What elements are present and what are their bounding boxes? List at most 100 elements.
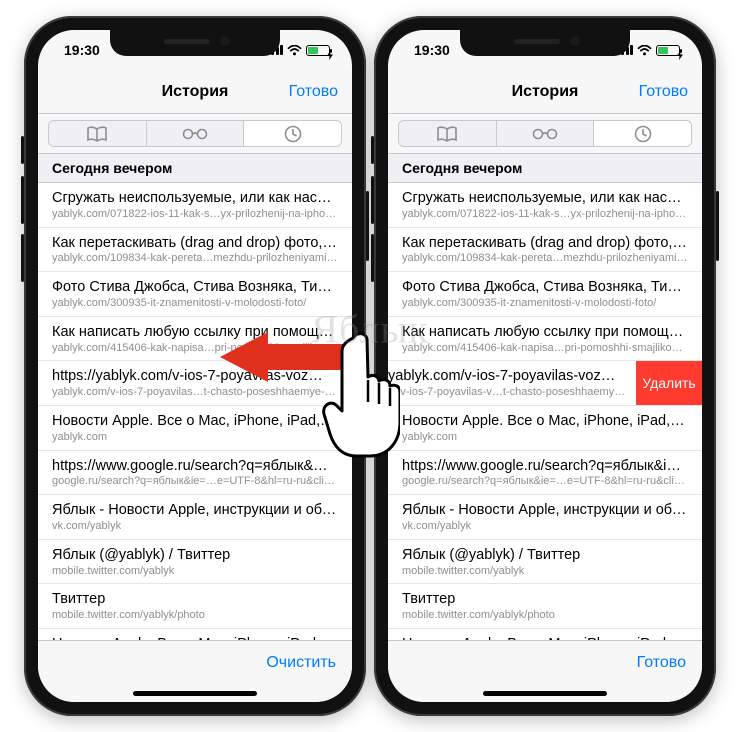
history-list[interactable]: Сгружать неиспользуемые, или как настрои… <box>38 183 352 640</box>
history-row[interactable]: Сгружать неиспользуемые, или как настрои… <box>38 183 352 228</box>
row-subtitle: mobile.twitter.com/yablyk/photo <box>402 609 688 623</box>
history-row[interactable]: Сгружать неиспользуемые, или как настрои… <box>388 183 702 228</box>
history-row[interactable]: Яблык (@yablyk) / Твиттерmobile.twitter.… <box>388 540 702 585</box>
tab-history[interactable] <box>244 121 341 146</box>
row-title: Фото Стива Джобса, Стива Возняка, Тима К… <box>52 278 338 297</box>
section-header: Сегодня вечером <box>388 154 702 183</box>
home-indicator <box>38 684 352 702</box>
history-row[interactable]: Яблык - Новости Apple, инструкции и обзо… <box>388 495 702 540</box>
notch <box>460 30 630 56</box>
row-title: Яблык - Новости Apple, инструкции и обзо… <box>52 501 338 520</box>
nav-title: История <box>512 83 579 101</box>
wifi-icon <box>287 45 302 56</box>
history-row[interactable]: https://www.google.ru/search?q=яблык&…go… <box>38 451 352 496</box>
history-row[interactable]: https://yablyk.com/v-ios-7-poyavilas-voz… <box>38 361 352 406</box>
history-row[interactable]: Новости Apple. Все о Mac, iPhone, iPad, … <box>38 406 352 451</box>
row-title: Новости Apple. Все о Mac, iPhone, iPad, … <box>402 635 688 640</box>
tab-bookmarks[interactable] <box>49 121 147 146</box>
row-title: yablyk.com/v-ios-7-poyavilas-vozmozh… <box>388 367 626 386</box>
status-time: 19:30 <box>414 42 450 58</box>
clock-icon <box>284 125 302 143</box>
history-row[interactable]: Как написать любую ссылку при помощи см…… <box>38 317 352 362</box>
history-row[interactable]: Как перетаскивать (drag and drop) фото, … <box>38 228 352 273</box>
history-row[interactable]: Новости Apple. Все о Mac, iPhone, iPad, … <box>388 629 702 640</box>
row-subtitle: google.ru/search?q=яблык&ie=…e=UTF-8&hl=… <box>52 475 338 489</box>
row-subtitle: yablyk.com/300935-it-znamenitosti-v-molo… <box>402 297 688 311</box>
done-button[interactable]: Готово <box>289 83 338 101</box>
row-title: Яблык (@yablyk) / Твиттер <box>52 546 338 565</box>
tab-history[interactable] <box>594 121 691 146</box>
row-subtitle: mobile.twitter.com/yablyk <box>402 565 688 579</box>
row-subtitle: yablyk.com <box>52 431 338 445</box>
row-title: Сгружать неиспользуемые, или как настрои… <box>52 189 338 208</box>
battery-icon <box>656 45 680 56</box>
row-subtitle: yablyk.com/415406-kak-napisa…pri-pomoshh… <box>402 342 688 356</box>
clock-icon <box>634 125 652 143</box>
row-title: Яблык - Новости Apple, инструкции и обзо… <box>402 501 688 520</box>
row-subtitle: yablyk.com <box>402 431 688 445</box>
navigation-bar: История Готово <box>38 70 352 114</box>
row-subtitle: m/v-ios-7-poyavilas-v…t-chasto-poseshhae… <box>388 386 626 400</box>
row-subtitle: yablyk.com/415406-kak-napisa…pri-pomoshh… <box>52 342 338 356</box>
row-title: Фото Стива Джобса, Стива Возняка, Тима К… <box>402 278 688 297</box>
row-subtitle: vk.com/yablyk <box>402 520 688 534</box>
navigation-bar: История Готово <box>388 70 702 114</box>
section-header: Сегодня вечером <box>38 154 352 183</box>
row-title: https://yablyk.com/v-ios-7-poyavilas-voz… <box>52 367 338 386</box>
nav-title: История <box>162 83 229 101</box>
book-icon <box>436 126 458 142</box>
row-subtitle: yablyk.com/109834-kak-pereta…mezhdu-pril… <box>402 252 688 266</box>
history-row[interactable]: yablyk.com/v-ios-7-poyavilas-vozmozh…m/v… <box>388 361 702 406</box>
done-toolbar-button[interactable]: Готово <box>637 654 686 672</box>
status-time: 19:30 <box>64 42 100 58</box>
done-button[interactable]: Готово <box>639 83 688 101</box>
row-title: Яблык (@yablyk) / Твиттер <box>402 546 688 565</box>
row-title: Как написать любую ссылку при помощи см… <box>402 323 688 342</box>
tab-reading-list[interactable] <box>497 121 595 146</box>
history-row[interactable]: Фото Стива Джобса, Стива Возняка, Тима К… <box>388 272 702 317</box>
book-icon <box>86 126 108 142</box>
history-row[interactable]: Фото Стива Джобса, Стива Возняка, Тима К… <box>38 272 352 317</box>
history-row[interactable]: https://www.google.ru/search?q=яблык&ie=… <box>388 451 702 496</box>
row-subtitle: google.ru/search?q=яблык&ie=…e=UTF-8&hl=… <box>402 475 688 489</box>
history-row[interactable]: Яблык (@yablyk) / Твиттерmobile.twitter.… <box>38 540 352 585</box>
row-subtitle: mobile.twitter.com/yablyk/photo <box>52 609 338 623</box>
history-row[interactable]: Новости Apple. Все о Mac, iPhone, iPad, … <box>38 629 352 640</box>
delete-button[interactable]: Удалить <box>636 361 702 405</box>
row-subtitle: yablyk.com/071822-ios-11-kak-s…yx-priloz… <box>52 208 338 222</box>
row-title: Как написать любую ссылку при помощи см… <box>52 323 338 342</box>
glasses-icon <box>182 128 208 140</box>
row-title: Как перетаскивать (drag and drop) фото, … <box>402 234 688 253</box>
history-row[interactable]: Новости Apple. Все о Mac, iPhone, iPad, … <box>388 406 702 451</box>
row-title: Как перетаскивать (drag and drop) фото, … <box>52 234 338 253</box>
bottom-toolbar: Готово <box>388 640 702 684</box>
row-subtitle: yablyk.com/109834-kak-pereta…mezhdu-pril… <box>52 252 338 266</box>
home-indicator <box>388 684 702 702</box>
tab-reading-list[interactable] <box>147 121 245 146</box>
row-title: https://www.google.ru/search?q=яблык&ie=… <box>402 457 688 476</box>
history-row[interactable]: Твиттерmobile.twitter.com/yablyk/photo <box>388 584 702 629</box>
notch <box>110 30 280 56</box>
history-row[interactable]: Яблык - Новости Apple, инструкции и обзо… <box>38 495 352 540</box>
history-row[interactable]: Твиттерmobile.twitter.com/yablyk/photo <box>38 584 352 629</box>
row-subtitle: mobile.twitter.com/yablyk <box>52 565 338 579</box>
phone-left: 19:30 История Готово <box>24 16 366 716</box>
row-title: Твиттер <box>52 590 338 609</box>
segmented-control <box>38 114 352 154</box>
row-title: Твиттер <box>402 590 688 609</box>
history-row[interactable]: Как написать любую ссылку при помощи см…… <box>388 317 702 362</box>
phone-right: 19:30 История Готово <box>374 16 716 716</box>
row-subtitle: yablyk.com/071822-ios-11-kak-s…yx-priloz… <box>402 208 688 222</box>
segmented-control <box>388 114 702 154</box>
row-subtitle: vk.com/yablyk <box>52 520 338 534</box>
glasses-icon <box>532 128 558 140</box>
row-title: https://www.google.ru/search?q=яблык&… <box>52 457 338 476</box>
battery-icon <box>306 45 330 56</box>
bottom-toolbar: Очистить <box>38 640 352 684</box>
wifi-icon <box>637 45 652 56</box>
clear-button[interactable]: Очистить <box>266 654 336 672</box>
tab-bookmarks[interactable] <box>399 121 497 146</box>
row-subtitle: yablyk.com/300935-it-znamenitosti-v-molo… <box>52 297 338 311</box>
history-list[interactable]: Сгружать неиспользуемые, или как настрои… <box>388 183 702 640</box>
history-row[interactable]: Как перетаскивать (drag and drop) фото, … <box>388 228 702 273</box>
